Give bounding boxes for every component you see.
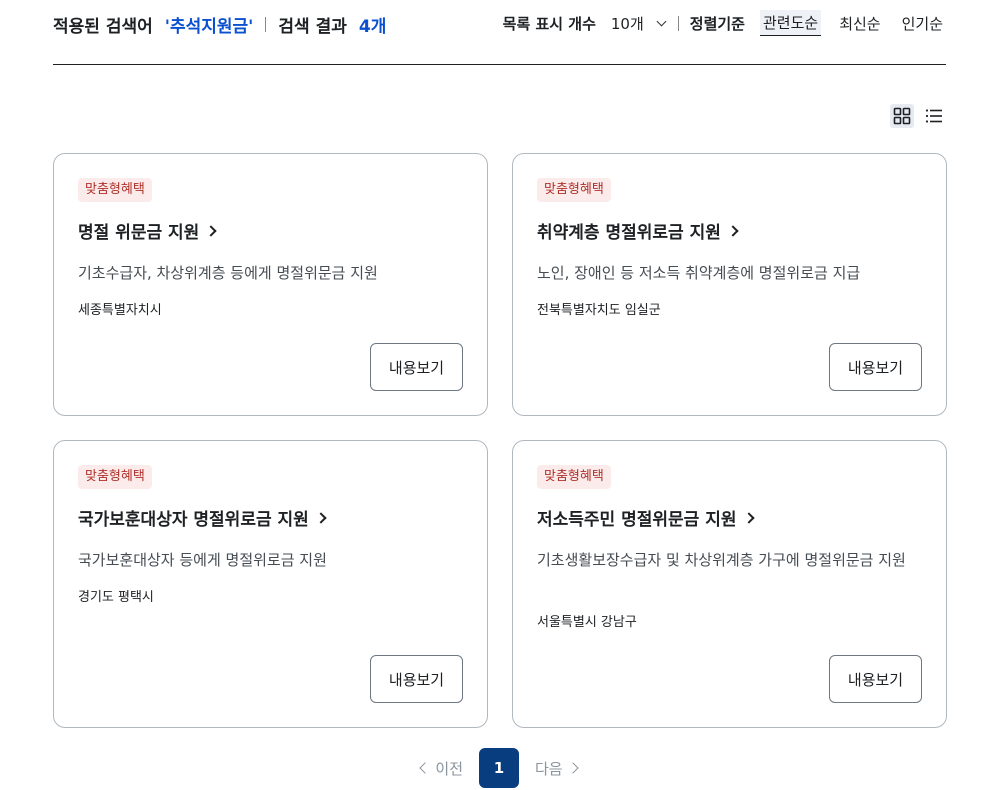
result-card: 맞춤형혜택 취약계층 명절위로금 지원 노인, 장애인 등 저소득 취약계층에 … — [512, 153, 947, 416]
sort-option-popular[interactable]: 인기순 — [899, 11, 946, 36]
card-title: 명절 위문금 지원 — [78, 223, 200, 243]
view-detail-button[interactable]: 내용보기 — [829, 343, 922, 391]
sort-label: 정렬기준 — [689, 14, 745, 33]
per-page-value: 10개 — [610, 14, 644, 33]
benefit-badge: 맞춤형혜택 — [78, 178, 152, 202]
card-title-link[interactable]: 취약계층 명절위로금 지원 — [537, 218, 739, 243]
chevron-down-icon — [656, 16, 667, 26]
divider — [265, 17, 267, 32]
card-description: 기초수급자, 차상위계층 등에게 명절위문금 지원 — [78, 264, 378, 282]
benefit-badge: 맞춤형혜택 — [537, 178, 611, 202]
view-detail-button[interactable]: 내용보기 — [829, 655, 922, 703]
chevron-right-icon — [566, 762, 579, 774]
view-detail-button[interactable]: 내용보기 — [370, 343, 463, 391]
applied-keyword: '추석지원금' — [164, 17, 254, 37]
card-title: 저소득주민 명절위문금 지원 — [537, 510, 737, 530]
result-card: 맞춤형혜택 명절 위문금 지원 기초수급자, 차상위계층 등에게 명절위문금 지… — [53, 153, 488, 416]
card-description: 노인, 장애인 등 저소득 취약계층에 명절위로금 지급 — [537, 264, 861, 282]
divider — [677, 15, 679, 31]
list-view-button[interactable] — [922, 104, 946, 128]
list-view-icon — [925, 109, 942, 123]
sort-option-latest[interactable]: 최신순 — [836, 11, 883, 36]
page-number-current[interactable]: 1 — [479, 748, 519, 788]
benefit-badge: 맞춤형혜택 — [537, 465, 611, 489]
chevron-left-icon — [419, 762, 432, 774]
search-summary-bar: 적용된 검색어 '추석지원금' 검색 결과 4개 목록 표시 개수 10개 정렬… — [53, 0, 946, 65]
card-title-link[interactable]: 명절 위문금 지원 — [78, 218, 217, 243]
sort-option-relevance[interactable]: 관련도순 — [759, 10, 822, 36]
prev-page-button[interactable]: 이전 — [419, 758, 463, 779]
card-title-link[interactable]: 국가보훈대상자 명절위로금 지원 — [78, 505, 327, 530]
result-count: 4개 — [358, 17, 387, 37]
pagination: 이전 1 다음 — [0, 748, 998, 788]
list-controls: 목록 표시 개수 10개 정렬기준 관련도순 최신순 인기순 — [503, 10, 946, 36]
view-toggle — [890, 104, 946, 128]
per-page-select[interactable]: 10개 — [610, 13, 667, 34]
card-region: 서울특별시 강남구 — [537, 615, 637, 630]
chevron-right-icon — [742, 511, 755, 524]
view-detail-button[interactable]: 내용보기 — [370, 655, 463, 703]
result-card: 맞춤형혜택 국가보훈대상자 명절위로금 지원 국가보훈대상자 등에게 명절위로금… — [53, 440, 488, 728]
grid-view-button[interactable] — [890, 104, 914, 128]
chevron-right-icon — [315, 511, 327, 524]
card-region: 경기도 평택시 — [78, 590, 154, 605]
benefit-badge: 맞춤형혜택 — [78, 465, 152, 489]
card-title: 국가보훈대상자 명절위로금 지원 — [78, 510, 309, 530]
next-page-button[interactable]: 다음 — [535, 758, 579, 779]
next-label: 다음 — [535, 759, 563, 778]
grid-view-icon — [893, 107, 911, 125]
chevron-right-icon — [205, 224, 217, 237]
card-description: 국가보훈대상자 등에게 명절위로금 지원 — [78, 551, 327, 569]
result-card: 맞춤형혜택 저소득주민 명절위문금 지원 기초생활보장수급자 및 차상위계층 가… — [512, 440, 947, 728]
card-region: 세종특별자치시 — [78, 303, 162, 318]
per-page-label: 목록 표시 개수 — [502, 14, 596, 33]
prev-label: 이전 — [435, 759, 463, 778]
card-region: 전북특별자치도 임실군 — [537, 303, 661, 318]
applied-keyword-label: 적용된 검색어 — [53, 17, 153, 37]
card-title: 취약계층 명절위로금 지원 — [537, 223, 721, 243]
card-title-link[interactable]: 저소득주민 명절위문금 지원 — [537, 505, 755, 530]
result-count-label: 검색 결과 — [278, 17, 347, 37]
result-info: 적용된 검색어 '추석지원금' 검색 결과 4개 — [53, 12, 386, 37]
card-description: 기초생활보장수급자 및 차상위계층 가구에 명절위문금 지원 — [537, 551, 906, 569]
chevron-right-icon — [727, 224, 739, 237]
